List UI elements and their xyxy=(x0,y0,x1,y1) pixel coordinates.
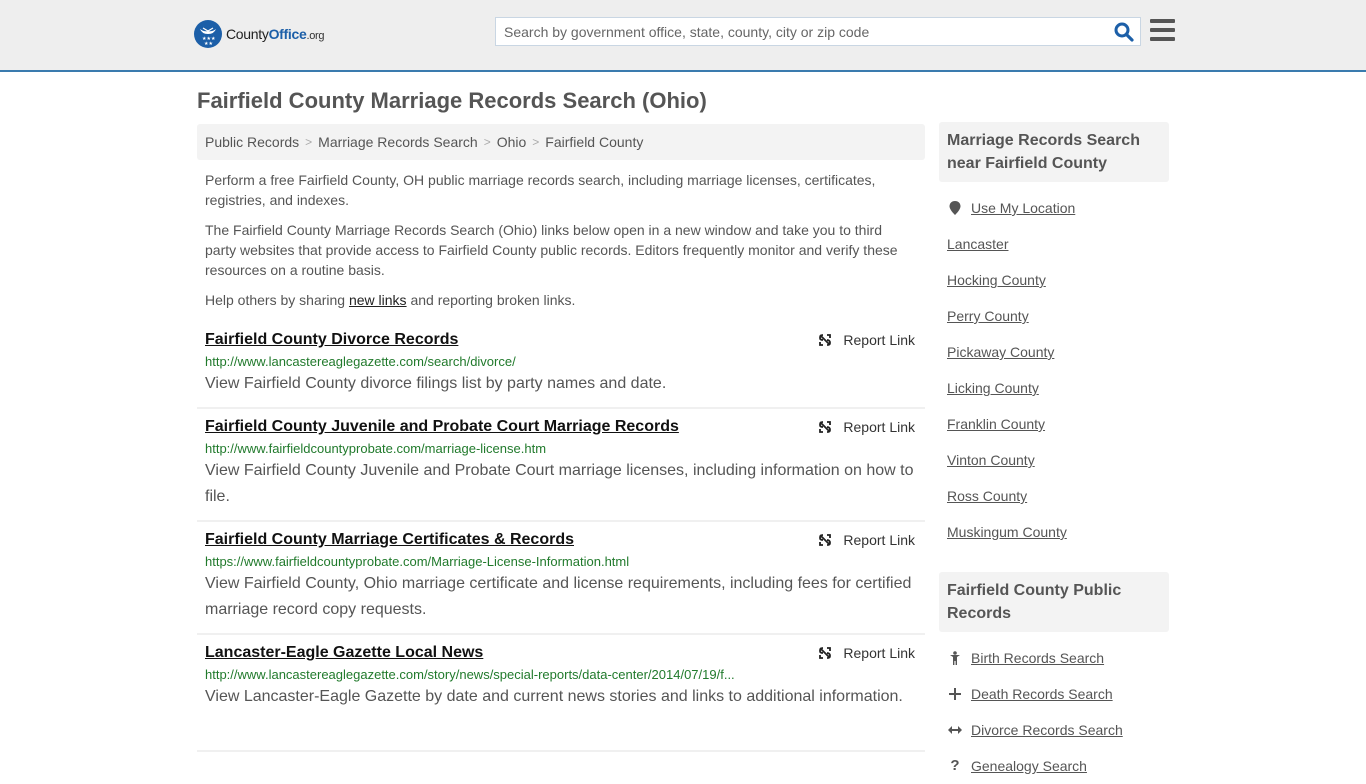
nearby-link-franklin-county[interactable]: Franklin County xyxy=(947,406,1045,442)
result-description: View Fairfield County divorce filings li… xyxy=(205,375,667,392)
sidebar-nearby-heading: Marriage Records Search near Fairfield C… xyxy=(939,122,1169,182)
site-logo[interactable]: ★★★ ★★ CountyOffice.org xyxy=(194,20,325,48)
nearby-link-perry-county[interactable]: Perry County xyxy=(947,298,1029,334)
results-list: Fairfield County Divorce Records http://… xyxy=(197,322,925,752)
nearby-item: Hocking County xyxy=(947,262,1169,298)
intro-help-paragraph: Help others by sharing new links and rep… xyxy=(205,292,576,308)
search-button[interactable] xyxy=(1114,22,1134,42)
nearby-list: Use My Location Lancaster Hocking County… xyxy=(939,190,1169,550)
broken-link-icon xyxy=(819,647,832,659)
divorce-records-search-link[interactable]: Divorce Records Search xyxy=(971,712,1123,748)
genealogy-search-link[interactable]: Genealogy Search xyxy=(971,748,1087,784)
eagle-stars-icon: ★★★ ★★ xyxy=(194,20,222,48)
breadcrumb: Public Records > Marriage Records Search… xyxy=(197,124,925,160)
breadcrumb-ohio[interactable]: Ohio xyxy=(497,134,527,150)
hamburger-menu-button[interactable] xyxy=(1150,19,1175,41)
intro-paragraph: Perform a free Fairfield County, OH publ… xyxy=(205,172,876,208)
page-title: Fairfield County Marriage Records Search… xyxy=(197,88,707,113)
result-url: http://www.lancastereaglegazette.com/sto… xyxy=(205,667,735,682)
search-input[interactable] xyxy=(496,18,1096,45)
broken-link-icon xyxy=(819,534,832,546)
breadcrumb-separator: > xyxy=(483,135,491,149)
result-description: View Lancaster-Eagle Gazette by date and… xyxy=(205,688,903,705)
arrows-horizontal-icon xyxy=(947,725,963,735)
result-description: View Fairfield County, Ohio marriage cer… xyxy=(205,575,912,618)
nearby-item: Franklin County xyxy=(947,406,1169,442)
breadcrumb-public-records[interactable]: Public Records xyxy=(205,134,299,150)
nearby-link-lancaster[interactable]: Lancaster xyxy=(947,226,1008,262)
result-title-link[interactable]: Fairfield County Divorce Records xyxy=(205,330,458,350)
search-icon xyxy=(1114,22,1134,42)
sidebar-public-records: Fairfield County Public Records Birth Re… xyxy=(939,572,1169,784)
menu-bar-icon xyxy=(1150,19,1175,23)
public-records-item: ? Genealogy Search xyxy=(947,748,1169,784)
nearby-item: Licking County xyxy=(947,370,1169,406)
new-links-link[interactable]: new links xyxy=(349,292,407,308)
result-title-link[interactable]: Fairfield County Juvenile and Probate Co… xyxy=(205,417,679,437)
sidebar-nearby: Marriage Records Search near Fairfield C… xyxy=(939,122,1169,550)
birth-records-search-link[interactable]: Birth Records Search xyxy=(971,640,1104,676)
result-description: View Fairfield County Juvenile and Proba… xyxy=(205,462,914,505)
map-marker-icon xyxy=(947,201,963,215)
death-records-search-link[interactable]: Death Records Search xyxy=(971,676,1113,712)
nearby-link-ross-county[interactable]: Ross County xyxy=(947,478,1027,514)
report-link-button[interactable]: Report Link xyxy=(817,419,915,435)
result-url: http://www.fairfieldcountyprobate.com/ma… xyxy=(205,441,547,456)
public-records-item: Death Records Search xyxy=(947,676,1169,712)
site-header: ★★★ ★★ CountyOffice.org xyxy=(0,0,1366,72)
breadcrumb-fairfield-county[interactable]: Fairfield County xyxy=(545,134,643,150)
report-link-button[interactable]: Report Link xyxy=(817,532,915,548)
sidebar-public-records-heading: Fairfield County Public Records xyxy=(939,572,1169,632)
nearby-item: Lancaster xyxy=(947,226,1169,262)
result-title-link[interactable]: Lancaster-Eagle Gazette Local News xyxy=(205,643,483,663)
nearby-item: Pickaway County xyxy=(947,334,1169,370)
breadcrumb-separator: > xyxy=(532,135,540,149)
intro-text: Perform a free Fairfield County, OH publ… xyxy=(205,170,915,320)
svg-text:★★: ★★ xyxy=(204,41,213,47)
public-records-list: Birth Records Search Death Records Searc… xyxy=(939,640,1169,784)
broken-link-icon xyxy=(819,334,832,346)
public-records-item: Birth Records Search xyxy=(947,640,1169,676)
question-icon: ? xyxy=(950,757,960,774)
nearby-item: Ross County xyxy=(947,478,1169,514)
menu-bar-icon xyxy=(1150,28,1175,32)
nearby-item: Perry County xyxy=(947,298,1169,334)
use-my-location-link[interactable]: Use My Location xyxy=(971,190,1075,226)
result-url: http://www.lancastereaglegazette.com/sea… xyxy=(205,354,516,369)
breadcrumb-separator: > xyxy=(305,135,313,149)
breadcrumb-marriage-records-search[interactable]: Marriage Records Search xyxy=(318,134,478,150)
nearby-link-hocking-county[interactable]: Hocking County xyxy=(947,262,1046,298)
report-link-button[interactable]: Report Link xyxy=(817,645,915,661)
report-link-button[interactable]: Report Link xyxy=(817,332,915,348)
use-my-location-item: Use My Location xyxy=(947,190,1169,226)
broken-link-icon xyxy=(819,421,832,433)
public-records-item: Divorce Records Search xyxy=(947,712,1169,748)
result-item: Lancaster-Eagle Gazette Local News http:… xyxy=(197,635,925,752)
search-bar xyxy=(495,17,1141,46)
nearby-link-muskingum-county[interactable]: Muskingum County xyxy=(947,514,1067,550)
intro-paragraph: The Fairfield County Marriage Records Se… xyxy=(205,222,898,278)
result-item: Fairfield County Juvenile and Probate Co… xyxy=(197,409,925,522)
result-url: https://www.fairfieldcountyprobate.com/M… xyxy=(205,554,630,569)
plus-icon xyxy=(947,688,963,700)
menu-bar-icon xyxy=(1150,37,1175,41)
nearby-item: Vinton County xyxy=(947,442,1169,478)
nearby-link-vinton-county[interactable]: Vinton County xyxy=(947,442,1035,478)
result-item: Fairfield County Divorce Records http://… xyxy=(197,322,925,409)
nearby-link-licking-county[interactable]: Licking County xyxy=(947,370,1039,406)
logo-text: CountyOffice.org xyxy=(226,26,325,42)
result-title-link[interactable]: Fairfield County Marriage Certificates &… xyxy=(205,530,574,550)
result-item: Fairfield County Marriage Certificates &… xyxy=(197,522,925,635)
nearby-item: Muskingum County xyxy=(947,514,1169,550)
child-icon xyxy=(947,651,963,665)
nearby-link-pickaway-county[interactable]: Pickaway County xyxy=(947,334,1054,370)
